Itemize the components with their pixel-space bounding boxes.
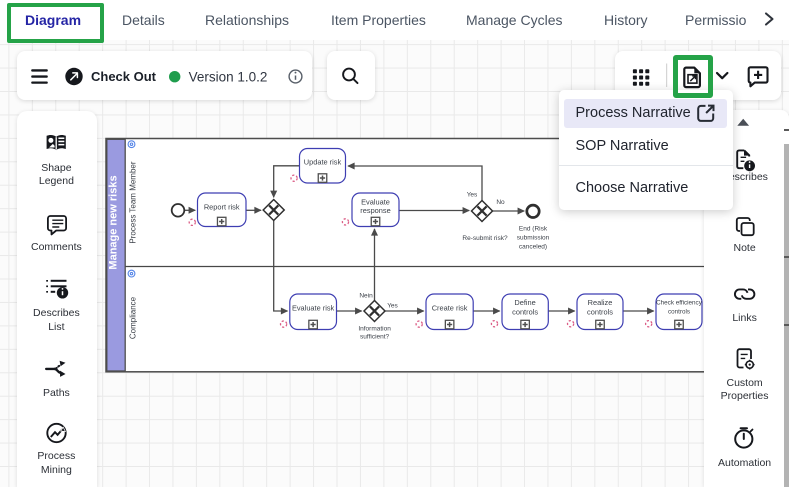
svg-text:Version 1.0.2: Version 1.0.2 [189,69,268,84]
svg-text:Check Out: Check Out [91,69,157,84]
